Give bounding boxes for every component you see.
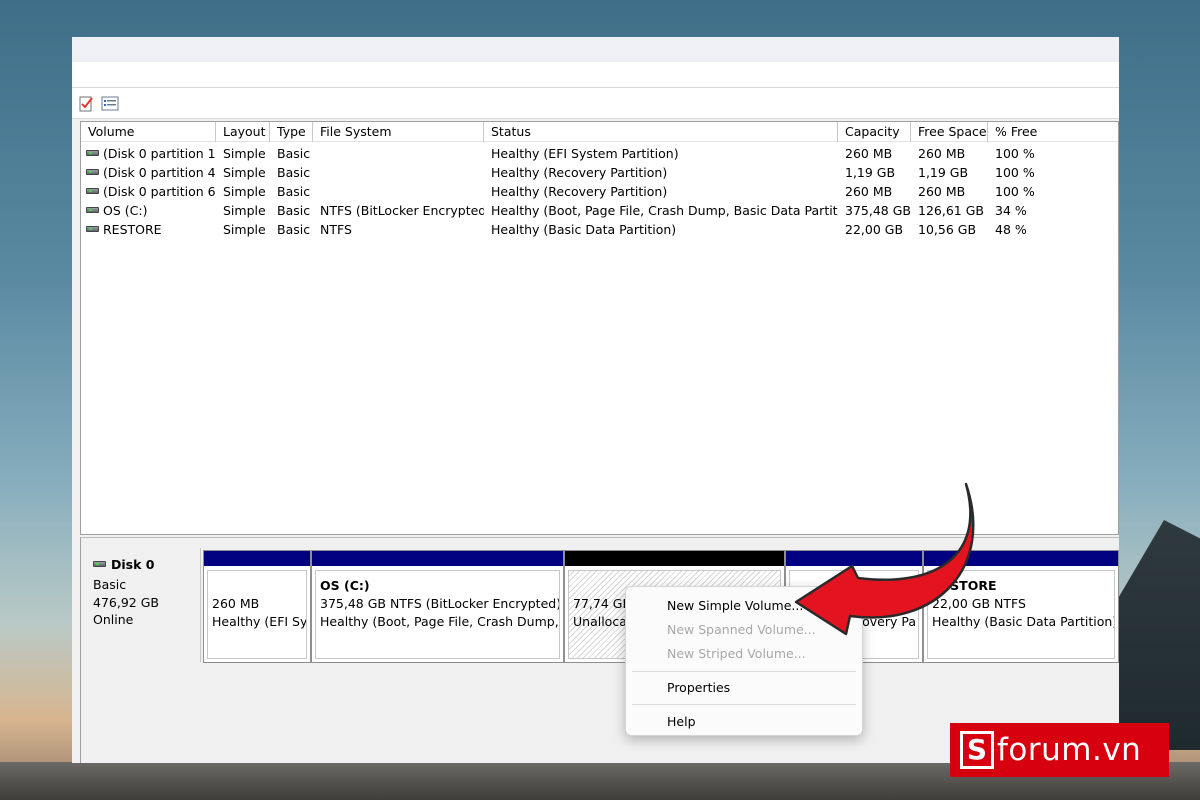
menu-item-properties[interactable]: Properties	[667, 678, 730, 698]
partition-status: Healthy (Boot, Page File, Crash Dump, Ba	[320, 614, 560, 629]
free-space-cell: 260 MB	[918, 184, 966, 199]
disk-0-label[interactable]: Disk 0 Basic 476,92 GB Online	[83, 548, 201, 662]
status-cell: Healthy (EFI System Partition)	[491, 146, 679, 161]
volume-name: (Disk 0 partition 4)	[103, 165, 216, 180]
free-space-cell: 1,19 GB	[918, 165, 969, 180]
drive-icon	[86, 207, 99, 213]
menu-bar	[72, 62, 1119, 87]
table-row[interactable]: (Disk 0 partition 1) Simple Basic Health…	[81, 144, 1118, 163]
column-header-status[interactable]: Status	[484, 122, 838, 142]
layout-cell: Simple	[223, 222, 266, 237]
free-space-cell: 260 MB	[918, 146, 966, 161]
logo-text: forum.vn	[997, 732, 1142, 768]
column-header-volume[interactable]: Volume	[81, 122, 216, 142]
table-row[interactable]: OS (C:) Simple Basic NTFS (BitLocker Enc…	[81, 201, 1118, 220]
column-header-layout[interactable]: Layout	[216, 122, 270, 142]
drive-icon	[86, 226, 99, 232]
type-cell: Basic	[277, 165, 311, 180]
menu-separator	[632, 704, 856, 705]
drive-icon	[86, 188, 99, 194]
column-header-type[interactable]: Type	[270, 122, 313, 142]
file-system-cell: NTFS (BitLocker Encrypted)	[320, 203, 484, 218]
percent-free-cell: 48 %	[995, 222, 1027, 237]
menu-separator	[632, 671, 856, 672]
volume-name: (Disk 0 partition 1)	[103, 146, 216, 161]
partition-status: Healthy (EFI Sys	[212, 614, 307, 629]
column-header-percent-free[interactable]: % Free	[988, 122, 1119, 142]
status-cell: Healthy (Recovery Partition)	[491, 184, 668, 199]
type-cell: Basic	[277, 184, 311, 199]
type-cell: Basic	[277, 203, 311, 218]
capacity-cell: 1,19 GB	[845, 165, 896, 180]
partition-bar	[204, 551, 310, 566]
partition-efi[interactable]: 260 MB Healthy (EFI Sys	[203, 550, 311, 663]
menu-item-new-simple-volume[interactable]: New Simple Volume...	[667, 596, 803, 616]
layout-cell: Simple	[223, 203, 266, 218]
capacity-cell: 22,00 GB	[845, 222, 904, 237]
table-row[interactable]: RESTORE Simple Basic NTFS Healthy (Basic…	[81, 220, 1118, 239]
menu-item-help[interactable]: Help	[667, 712, 696, 732]
percent-free-cell: 34 %	[995, 203, 1027, 218]
file-system-cell	[313, 163, 484, 182]
partition-size: 375,48 GB NTFS (BitLocker Encrypted)	[320, 596, 560, 611]
file-system-cell	[313, 144, 484, 163]
percent-free-cell: 100 %	[995, 165, 1035, 180]
status-cell: Healthy (Boot, Page File, Crash Dump, Ba…	[491, 203, 838, 218]
volume-list: Volume Layout Type File System Status Ca…	[80, 121, 1119, 535]
capacity-cell: 375,48 GB	[845, 203, 911, 218]
table-row[interactable]: (Disk 0 partition 4) Simple Basic Health…	[81, 163, 1118, 182]
percent-free-cell: 100 %	[995, 184, 1035, 199]
free-space-cell: 10,56 GB	[918, 222, 977, 237]
column-header-file-system[interactable]: File System	[313, 122, 484, 142]
table-row[interactable]: (Disk 0 partition 6) Simple Basic Health…	[81, 182, 1118, 201]
capacity-cell: 260 MB	[845, 146, 893, 161]
disk-management-window: Volume Layout Type File System Status Ca…	[72, 37, 1119, 763]
volume-name: (Disk 0 partition 6)	[103, 184, 216, 199]
layout-cell: Simple	[223, 184, 266, 199]
properties-check-icon[interactable]	[77, 94, 97, 114]
partition-os-c[interactable]: OS (C:) 375,48 GB NTFS (BitLocker Encryp…	[311, 550, 564, 663]
percent-free-cell: 100 %	[995, 146, 1035, 161]
partition-bar	[312, 551, 563, 566]
logo-letter: S	[960, 731, 994, 769]
column-header-free-space[interactable]: Free Space	[911, 122, 988, 142]
disk-status: Online	[93, 612, 134, 627]
volume-name: RESTORE	[103, 222, 162, 237]
menu-item-new-striped-volume[interactable]: New Striped Volume...	[667, 644, 806, 664]
drive-icon	[86, 169, 99, 175]
background-hill	[1110, 520, 1200, 750]
drive-icon	[86, 150, 99, 156]
layout-cell: Simple	[223, 146, 266, 161]
partition-title: OS (C:)	[320, 578, 370, 593]
status-cell: Healthy (Basic Data Partition)	[491, 222, 677, 237]
column-header-capacity[interactable]: Capacity	[838, 122, 911, 142]
disk-type: Basic	[93, 577, 127, 592]
disk-size: 476,92 GB	[93, 595, 159, 610]
toolbar	[72, 87, 1119, 119]
partition-bar	[565, 551, 784, 566]
list-view-icon[interactable]	[100, 94, 120, 114]
partition-size: 260 MB	[212, 596, 260, 611]
sforum-logo: S forum.vn	[950, 723, 1169, 777]
column-headers: Volume Layout Type File System Status Ca…	[81, 122, 1118, 142]
status-cell: Healthy (Recovery Partition)	[491, 165, 668, 180]
capacity-cell: 260 MB	[845, 184, 893, 199]
type-cell: Basic	[277, 222, 311, 237]
file-system-cell: NTFS	[320, 222, 352, 237]
file-system-cell	[313, 182, 484, 201]
drive-icon	[93, 561, 106, 567]
layout-cell: Simple	[223, 165, 266, 180]
curved-arrow-icon	[794, 482, 975, 636]
type-cell: Basic	[277, 146, 311, 161]
volume-name: OS (C:)	[103, 203, 148, 218]
title-bar	[72, 37, 1119, 62]
disk-name: Disk 0	[111, 557, 155, 572]
free-space-cell: 126,61 GB	[918, 203, 984, 218]
